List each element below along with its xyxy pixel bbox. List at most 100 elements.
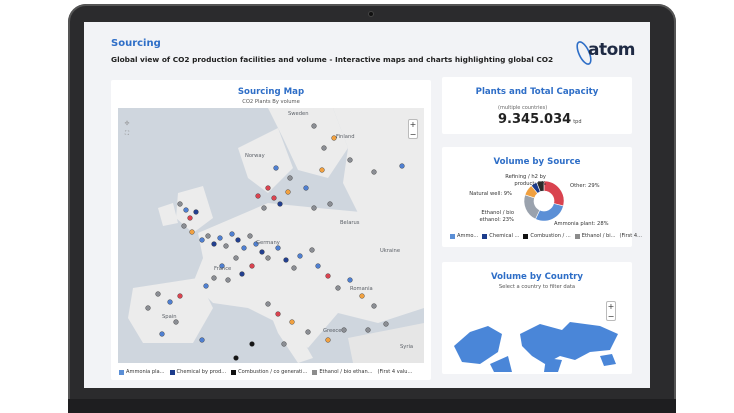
country-zoom-out-button[interactable]: − <box>607 312 615 322</box>
zoom-in-button[interactable]: + <box>409 120 417 130</box>
plant-marker[interactable] <box>325 273 331 279</box>
donut-slice-2[interactable] <box>523 194 541 220</box>
plant-marker[interactable] <box>193 209 199 215</box>
legend-item[interactable]: Ammonia pla... <box>119 369 165 375</box>
plant-marker[interactable] <box>311 123 317 129</box>
plant-marker[interactable] <box>265 255 271 261</box>
plant-marker[interactable] <box>287 175 293 181</box>
plant-marker[interactable] <box>273 165 279 171</box>
plant-marker[interactable] <box>371 303 377 309</box>
kpi-note: (multiple countries) <box>498 105 548 111</box>
plant-marker[interactable] <box>233 355 239 361</box>
zoom-out-button[interactable]: − <box>409 130 417 140</box>
plant-marker[interactable] <box>173 319 179 325</box>
sourcing-map[interactable]: Sweden Finland Norway Belarus Ukraine Fr… <box>118 108 424 363</box>
country-map[interactable]: + − <box>450 294 624 372</box>
plant-marker[interactable] <box>327 201 333 207</box>
plant-marker[interactable] <box>399 163 405 169</box>
plant-marker[interactable] <box>285 189 291 195</box>
volume-by-source-card: Volume by Source Refining / h2 by produc… <box>442 147 642 247</box>
plant-marker[interactable] <box>321 145 327 151</box>
plant-marker[interactable] <box>281 341 287 347</box>
plant-marker[interactable] <box>235 237 241 243</box>
map-tools: ✢ ⛶ <box>123 119 131 139</box>
legend-item[interactable]: Combustion / co generati... <box>231 369 307 375</box>
plant-marker[interactable] <box>291 265 297 271</box>
plant-marker[interactable] <box>325 337 331 343</box>
plant-marker[interactable] <box>255 193 261 199</box>
plant-marker[interactable] <box>249 341 255 347</box>
plant-marker[interactable] <box>177 293 183 299</box>
plant-marker[interactable] <box>315 263 321 269</box>
plant-marker[interactable] <box>319 167 325 173</box>
plant-marker[interactable] <box>159 331 165 337</box>
plant-marker[interactable] <box>239 271 245 277</box>
plant-marker[interactable] <box>199 237 205 243</box>
legend-item[interactable]: Ethanol / bi... <box>574 233 616 239</box>
plant-marker[interactable] <box>261 205 267 211</box>
legend-item[interactable]: Ethanol / bio ethan... <box>312 369 373 375</box>
plant-marker[interactable] <box>241 245 247 251</box>
plant-marker[interactable] <box>289 319 295 325</box>
map-label-romania: Romania <box>350 286 373 292</box>
legend-item[interactable]: Ammo... <box>450 233 478 239</box>
plant-marker[interactable] <box>265 185 271 191</box>
plant-marker[interactable] <box>275 245 281 251</box>
drag-icon[interactable]: ✢ <box>123 119 131 129</box>
fullscreen-icon[interactable]: ⛶ <box>123 129 131 139</box>
plant-marker[interactable] <box>177 201 183 207</box>
plant-marker[interactable] <box>309 247 315 253</box>
donut-slice-0[interactable] <box>543 180 565 207</box>
plant-marker[interactable] <box>181 223 187 229</box>
plant-marker[interactable] <box>203 283 209 289</box>
plant-marker[interactable] <box>199 337 205 343</box>
plant-marker[interactable] <box>249 263 255 269</box>
plant-marker[interactable] <box>155 291 161 297</box>
plant-marker[interactable] <box>297 253 303 259</box>
plant-marker[interactable] <box>341 327 347 333</box>
legend-label: Ammo... <box>457 233 479 239</box>
legend-item[interactable]: Chemical by prod... <box>169 369 226 375</box>
plant-marker[interactable] <box>271 195 277 201</box>
plant-marker[interactable] <box>259 249 265 255</box>
plant-marker[interactable] <box>223 243 229 249</box>
legend-swatch <box>169 369 175 375</box>
kpi-unit: tpd <box>573 119 582 125</box>
donut-slice-1[interactable] <box>535 203 564 222</box>
plant-marker[interactable] <box>383 321 389 327</box>
plant-marker[interactable] <box>167 299 173 305</box>
plant-marker[interactable] <box>311 205 317 211</box>
plant-marker[interactable] <box>217 235 223 241</box>
plant-marker[interactable] <box>211 275 217 281</box>
plant-marker[interactable] <box>187 215 193 221</box>
atom-logo[interactable]: atom <box>574 37 636 69</box>
plant-marker[interactable] <box>371 169 377 175</box>
plant-marker[interactable] <box>283 257 289 263</box>
legend-swatch <box>119 369 124 375</box>
country-zoom-in-button[interactable]: + <box>607 302 615 312</box>
plant-marker[interactable] <box>145 305 151 311</box>
plant-marker[interactable] <box>247 233 253 239</box>
plant-marker[interactable] <box>229 231 235 237</box>
plant-marker[interactable] <box>225 277 231 283</box>
plant-marker[interactable] <box>303 185 309 191</box>
plant-marker[interactable] <box>211 241 217 247</box>
plant-marker[interactable] <box>205 233 211 239</box>
plant-marker[interactable] <box>233 255 239 261</box>
plant-marker[interactable] <box>335 285 341 291</box>
plant-marker[interactable] <box>183 207 189 213</box>
legend-swatch <box>450 233 455 239</box>
plant-marker[interactable] <box>347 277 353 283</box>
legend-item[interactable]: Combustion / ... <box>523 233 571 239</box>
plant-marker[interactable] <box>277 201 283 207</box>
label-ammonia: Ammonia plant: 28% <box>554 221 609 227</box>
kpi-value: 9.345.034 tpd <box>498 112 582 127</box>
plant-marker[interactable] <box>347 157 353 163</box>
plant-marker[interactable] <box>265 301 271 307</box>
plant-marker[interactable] <box>275 311 281 317</box>
legend-item[interactable]: Chemical ... <box>482 233 519 239</box>
plant-marker[interactable] <box>305 329 311 335</box>
plant-marker[interactable] <box>365 327 371 333</box>
plant-marker[interactable] <box>189 229 195 235</box>
plant-marker[interactable] <box>359 293 365 299</box>
